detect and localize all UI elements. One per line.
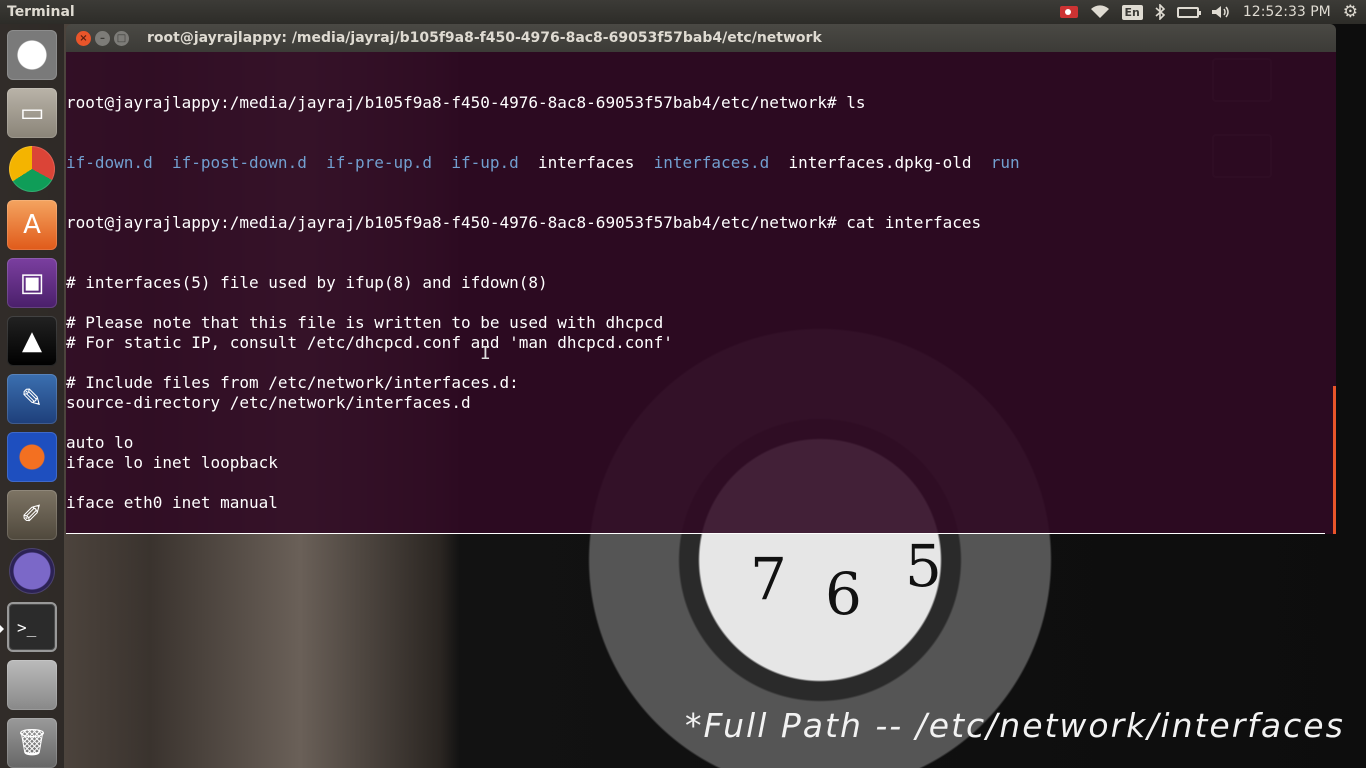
audacity-icon[interactable] — [7, 432, 57, 482]
file-line: source-directory /etc/network/interfaces… — [66, 393, 471, 412]
gimp-icon[interactable]: ✐ — [7, 490, 57, 540]
dash-home-icon[interactable] — [7, 30, 57, 80]
minimize-icon[interactable]: – — [95, 30, 110, 46]
terminal-icon[interactable]: >_ — [0, 602, 57, 652]
file-line — [66, 473, 1336, 493]
command-line-ls: root@jayrajlappy:/media/jayraj/b105f9a8-… — [66, 93, 1336, 113]
inkscape-icon[interactable]: ▲ — [7, 316, 57, 366]
chrome-icon[interactable] — [9, 146, 55, 192]
clock-numeral-5: 5 — [905, 532, 942, 600]
file-line — [66, 413, 1336, 433]
wifi-icon[interactable] — [1090, 5, 1110, 19]
keyboard-language-indicator[interactable]: En — [1121, 4, 1143, 20]
pen-tool-icon[interactable]: ✎ — [7, 374, 57, 424]
scrollbar[interactable] — [1333, 386, 1336, 534]
file-line: iface lo inet loopback — [66, 453, 278, 472]
file-line — [66, 293, 1336, 313]
terminal-window: × – □ root@jayrajlappy: /media/jayraj/b1… — [66, 24, 1336, 534]
video-editor-icon[interactable]: ▣ — [7, 258, 57, 308]
battery-icon[interactable] — [1176, 6, 1201, 18]
ls-entry: if-pre-up.d — [326, 153, 433, 172]
clock-numeral-6: 6 — [825, 560, 862, 628]
drive-icon[interactable] — [7, 660, 57, 710]
prompt: root@jayrajlappy:/media/jayraj/b105f9a8-… — [66, 93, 837, 112]
clock-numeral-7: 7 — [750, 545, 787, 613]
ls-entry: if-up.d — [451, 153, 519, 172]
command: cat interfaces — [836, 213, 982, 232]
active-app-name: Terminal — [7, 4, 75, 20]
ls-entry: if-down.d — [66, 153, 153, 172]
ls-output: if-down.d if-post-down.d if-pre-up.d if-… — [66, 153, 1336, 173]
file-line: # For static IP, consult /etc/dhcpcd.con… — [66, 333, 673, 352]
terminal-output[interactable]: root@jayrajlappy:/media/jayraj/b105f9a8-… — [66, 52, 1336, 534]
top-panel: Terminal En 12:52:33 PM ⚙ — [0, 0, 1366, 24]
command: ls — [836, 93, 866, 112]
clock[interactable]: 12:52:33 PM — [1243, 4, 1331, 20]
ls-entry: interfaces.dpkg-old — [788, 153, 972, 172]
ls-entry: run — [990, 153, 1020, 172]
bluetooth-icon[interactable] — [1155, 4, 1165, 20]
window-title: root@jayrajlappy: /media/jayraj/b105f9a8… — [147, 30, 822, 46]
files-icon[interactable]: ▭ — [7, 88, 57, 138]
settings-gear-icon[interactable]: ⚙ — [1343, 2, 1358, 22]
ls-entry: interfaces.d — [653, 153, 770, 172]
software-center-icon[interactable]: A — [7, 200, 57, 250]
ls-entry: if-post-down.d — [171, 153, 307, 172]
system-tray: En 12:52:33 PM ⚙ — [1059, 0, 1366, 24]
maximize-icon[interactable]: □ — [114, 30, 129, 46]
launcher: ▭ A ▣ ▲ ✎ ✐ >_ 🗑 — [0, 24, 64, 768]
file-line: iface eth0 inet manual — [66, 493, 278, 512]
trash-icon[interactable]: 🗑 — [7, 718, 57, 768]
volume-icon[interactable] — [1211, 5, 1231, 19]
prompt: root@jayrajlappy:/media/jayraj/b105f9a8-… — [66, 213, 837, 232]
command-line-cat: root@jayrajlappy:/media/jayraj/b105f9a8-… — [66, 213, 1336, 233]
file-line: auto lo — [66, 433, 134, 452]
file-line — [66, 353, 1336, 373]
mouse-ibeam-cursor: I — [480, 343, 491, 364]
file-line: auto wlan0 — [66, 533, 1325, 534]
eclipse-icon[interactable] — [9, 548, 55, 594]
close-icon[interactable]: × — [76, 30, 91, 46]
file-line: # Include files from /etc/network/interf… — [66, 373, 519, 392]
file-line: # interfaces(5) file used by ifup(8) and… — [66, 273, 548, 292]
video-caption: *Full Path -- /etc/network/interfaces — [685, 706, 1345, 745]
window-titlebar[interactable]: × – □ root@jayrajlappy: /media/jayraj/b1… — [66, 24, 1336, 52]
file-line — [66, 513, 1336, 533]
ls-entry: interfaces — [538, 153, 635, 172]
screen-record-icon[interactable] — [1059, 6, 1078, 18]
file-line: # Please note that this file is written … — [66, 313, 664, 332]
